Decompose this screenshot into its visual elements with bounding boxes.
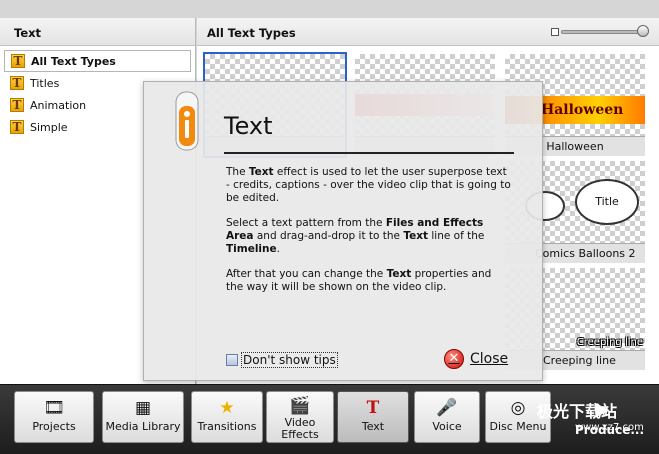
video-effects-icon: 🎬 [289,396,311,416]
watermark-text: 极光下载站 [537,402,618,421]
speech-balloon-art: Title [575,179,639,225]
gallery-title: All Text Types [207,26,296,40]
checkbox-box[interactable] [226,354,238,366]
left-panel-header: Text [0,18,195,46]
tree-item-label: Titles [30,76,60,90]
text-icon: T [366,398,380,418]
video-effects-button[interactable]: 🎬 Video Effects [266,391,334,443]
tip-paragraph-3: After that you can change the Text prope… [226,268,492,293]
right-panel-header: All Text Types [197,18,659,46]
zoom-out-icon[interactable] [551,28,559,36]
slider-handle[interactable] [637,25,649,37]
tip-dialog: Text The Text effect is used to let the … [143,81,543,381]
dialog-body: The Text effect is used to let the user … [226,166,511,306]
thumbnail-size-slider[interactable] [561,30,645,34]
text-button[interactable]: T Text [337,391,409,443]
media-library-button[interactable]: ▦ Media Library [102,391,184,443]
text-type-icon: T [11,54,25,68]
transitions-button[interactable]: ★ Transitions [191,391,263,443]
voice-button[interactable]: 🎤 Voice [414,391,480,443]
tree-item-label: Simple [30,120,68,134]
microphone-icon: 🎤 [436,398,458,418]
tree-item-all-text-types[interactable]: T All Text Types [4,50,191,72]
tip-paragraph-1: The Text effect is used to let the user … [226,166,511,204]
star-icon: ★ [219,398,235,418]
text-type-icon: T [10,120,24,134]
media-library-icon: ▦ [134,398,152,418]
title-divider [224,152,514,154]
dialog-title: Text [224,112,273,140]
close-button[interactable]: ✕ Close [444,349,508,369]
watermark-url: www.xz7.com [575,422,644,433]
text-type-icon: T [10,98,24,112]
tree-item-label: All Text Types [31,54,116,68]
tip-paragraph-2: Select a text pattern from the Files and… [226,217,485,255]
projects-button[interactable]: 🎞 Projects [14,391,94,443]
close-icon[interactable]: ✕ [444,349,464,369]
tree-item-label: Animation [30,98,87,112]
dont-show-tips-checkbox[interactable]: Don't show tips [226,352,338,368]
info-tube-icon [175,91,199,151]
close-label[interactable]: Close [470,351,508,367]
checkbox-label[interactable]: Don't show tips [241,352,338,368]
text-type-icon: T [10,76,24,90]
creeping-line-art-text: Creeping line [576,337,643,348]
site-watermark: 极光下载站 www.xz7.com [515,398,659,438]
film-reel-icon: 🎞 [43,398,65,418]
